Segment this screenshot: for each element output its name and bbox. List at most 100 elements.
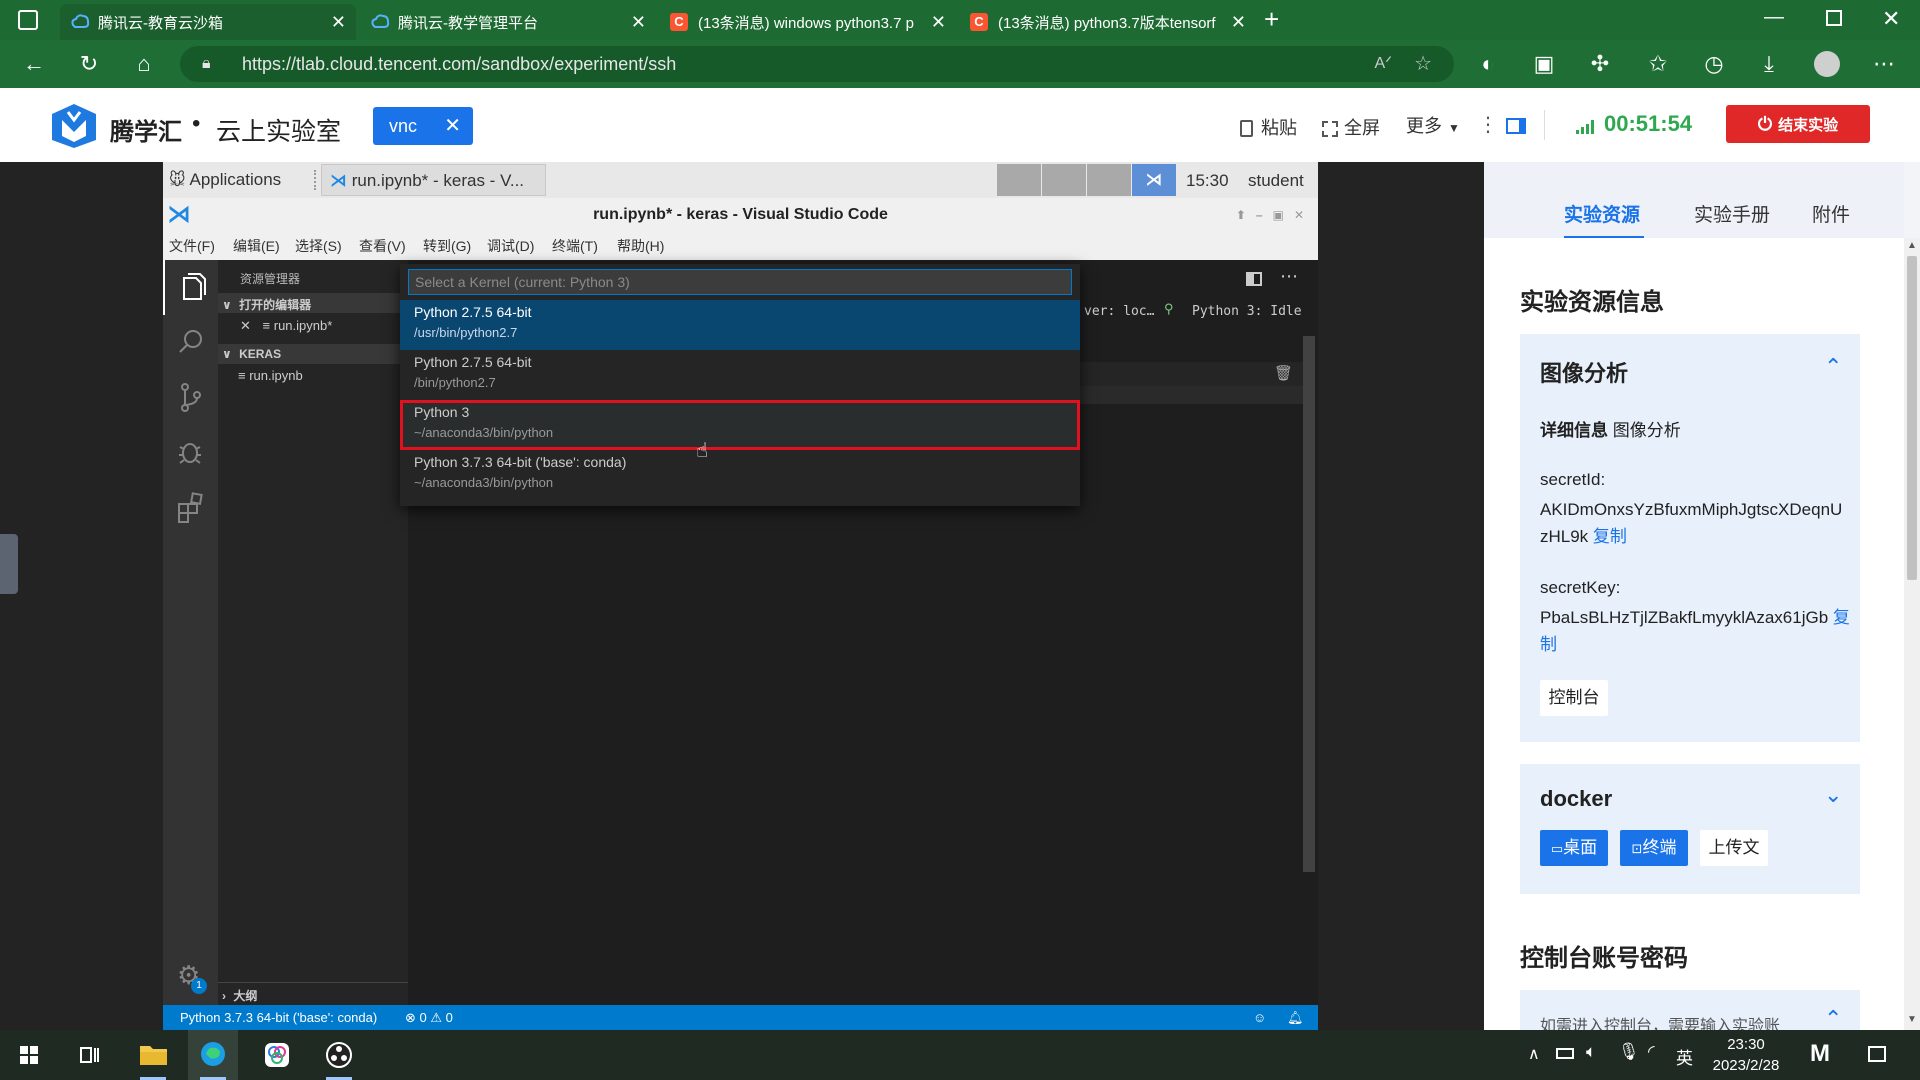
menu-debug[interactable]: 调试(D) <box>487 232 534 260</box>
scroll-up-icon[interactable]: ▲ <box>1907 240 1917 251</box>
close-window-button[interactable]: ✕ <box>1882 6 1900 32</box>
close-icon[interactable]: ✕ <box>931 12 946 33</box>
problems-indicator[interactable]: ⊗ 0 ⚠ 0 <box>405 1005 453 1030</box>
chevron-up-icon[interactable]: ⌃ <box>1824 1006 1842 1030</box>
extension-icon[interactable]: ◐ <box>1476 52 1500 76</box>
folder-section[interactable]: ∨ KERAS <box>218 344 408 364</box>
workspace-3[interactable] <box>1087 164 1131 196</box>
volume-icon[interactable]: 🔈︎ <box>1586 1042 1596 1062</box>
kernel-search-input[interactable]: Select a Kernel (current: Python 3) <box>408 269 1072 295</box>
session-tab-vnc[interactable]: vnc ✕ <box>373 107 473 145</box>
notification-bell-icon[interactable]: 🔔︎ <box>1287 1005 1304 1030</box>
search-icon[interactable] <box>163 315 218 370</box>
notification-center-icon[interactable] <box>1868 1046 1886 1062</box>
vnc-side-handle[interactable] <box>0 534 18 594</box>
kernel-option[interactable]: Python 2.7.5 64-bit /bin/python2.7 <box>400 350 1080 400</box>
download-icon[interactable]: ⤓ <box>1757 52 1781 76</box>
outline-section[interactable]: › 大纲 <box>218 982 408 1005</box>
tab-actions-icon[interactable] <box>18 10 38 30</box>
menu-file[interactable]: 文件(F) <box>169 232 215 260</box>
minimize-button[interactable]: — <box>1764 6 1784 29</box>
workspace-4[interactable]: ⋊ <box>1132 164 1176 196</box>
chevron-up-icon[interactable]: ⌃ <box>1824 354 1842 380</box>
kernel-option[interactable]: Python 2.7.5 64-bit /usr/bin/python2.7 <box>400 300 1080 350</box>
edge-browser-icon[interactable] <box>188 1030 238 1080</box>
scroll-thumb[interactable] <box>1907 256 1917 580</box>
tab-attachments[interactable]: 附件 <box>1812 200 1850 227</box>
close-icon[interactable]: ✕ <box>240 318 251 333</box>
taskbar-window-vscode[interactable]: ⋊ run.ipynb* - keras - V... <box>321 164 546 196</box>
menu-help[interactable]: 帮助(H) <box>617 232 664 260</box>
menu-terminal[interactable]: 终端(T) <box>552 232 598 260</box>
read-aloud-icon[interactable]: Aᐟ <box>1375 46 1392 82</box>
kernel-option-highlighted[interactable]: Python 3 ~/anaconda3/bin/python <box>400 400 1080 450</box>
feedback-icon[interactable]: ☺ <box>1253 1005 1266 1030</box>
ime-indicator[interactable]: 英 <box>1676 1044 1693 1069</box>
chevron-down-icon[interactable]: ⌄ <box>1824 782 1842 808</box>
terminal-button[interactable]: ⊡终端 <box>1620 830 1688 866</box>
upload-button[interactable]: 上传文 <box>1700 830 1768 866</box>
extensions-icon[interactable] <box>163 480 218 535</box>
panel-toggle-icon[interactable] <box>1506 118 1526 134</box>
tray-chevron-icon[interactable]: ∧ <box>1528 1044 1540 1064</box>
panel-user[interactable]: student <box>1248 171 1304 191</box>
source-control-icon[interactable] <box>163 370 218 425</box>
desktop-button[interactable]: ▭桌面 <box>1540 830 1608 866</box>
tab-csdn-1[interactable]: C (13条消息) windows python3.7 p ✕ <box>660 4 956 40</box>
menu-edit[interactable]: 编辑(E) <box>233 232 280 260</box>
tab-csdn-2[interactable]: C (13条消息) python3.7版本tensorf ✕ <box>960 4 1256 40</box>
app-tray-icon[interactable]: M <box>1810 1040 1830 1068</box>
microphone-icon[interactable]: 🎙︎ <box>1618 1042 1640 1062</box>
tab-edu-sandbox[interactable]: 腾讯云-教育云沙箱 ✕ <box>60 4 356 40</box>
network-icon[interactable]: ◜ <box>1648 1042 1655 1062</box>
open-editor-item[interactable]: ✕ ≡ run.ipynb* <box>240 318 332 334</box>
home-icon[interactable]: ⌂ <box>132 52 156 76</box>
editor-scrollbar[interactable] <box>1303 336 1315 872</box>
tab-manual[interactable]: 实验手册 <box>1694 200 1770 227</box>
windows-start-icon[interactable] <box>4 1030 54 1080</box>
puzzle-icon[interactable]: ✣ <box>1588 52 1612 76</box>
file-tree-item[interactable]: ≡ run.ipynb <box>238 368 303 383</box>
end-experiment-button[interactable]: ⏻ 结束实验 <box>1726 105 1870 143</box>
more-actions-icon[interactable]: ⋯ <box>1280 266 1298 287</box>
kernel-status[interactable]: Python 3: Idle <box>1192 304 1302 319</box>
jupyter-server-status[interactable]: ver: loc… <box>1084 304 1154 319</box>
file-explorer-icon[interactable] <box>128 1030 178 1080</box>
battery-icon[interactable] <box>1556 1048 1574 1059</box>
fullscreen-button[interactable]: 全屏 <box>1322 114 1380 140</box>
menu-selection[interactable]: 选择(S) <box>295 232 342 260</box>
more-dropdown[interactable]: 更多 ▼ <box>1406 112 1460 138</box>
split-editor-icon[interactable] <box>1246 272 1262 286</box>
restore-button[interactable] <box>1826 10 1842 26</box>
close-icon[interactable]: ✕ <box>631 12 646 33</box>
debug-icon[interactable] <box>163 425 218 480</box>
refresh-icon[interactable]: ↻ <box>77 52 101 76</box>
close-icon[interactable]: ✕ <box>331 12 346 33</box>
console-button[interactable]: 控制台 <box>1540 680 1608 716</box>
close-icon[interactable]: ✕ <box>1231 12 1246 33</box>
delete-cell-icon[interactable]: 🗑︎ <box>1274 364 1293 382</box>
tab-teaching-platform[interactable]: 腾讯云-教学管理平台 ✕ <box>360 4 656 40</box>
scroll-down-icon[interactable]: ▼ <box>1907 1014 1917 1025</box>
task-view-icon[interactable] <box>64 1030 114 1080</box>
favorites-icon[interactable]: ✩ <box>1646 52 1670 76</box>
profile-avatar[interactable] <box>1814 51 1840 77</box>
explorer-icon[interactable] <box>163 260 218 315</box>
applications-menu[interactable]: 🐭︎ Applications <box>169 170 281 190</box>
copy-secret-id-link[interactable]: 复制 <box>1593 527 1627 546</box>
tab-resources[interactable]: 实验资源 <box>1564 200 1640 227</box>
history-icon[interactable]: ◷ <box>1702 52 1726 76</box>
panel-scrollbar[interactable]: ▲ ▼ <box>1904 238 1920 1030</box>
workspace-2[interactable] <box>1042 164 1086 196</box>
app-icon[interactable] <box>252 1030 302 1080</box>
paste-button[interactable]: 粘贴 <box>1240 114 1297 140</box>
url-field[interactable]: 🔒︎ https://tlab.cloud.tencent.com/sandbo… <box>180 46 1454 82</box>
open-editors-section[interactable]: ∨ 打开的编辑器 <box>218 293 408 313</box>
close-icon[interactable]: ✕ <box>444 107 461 145</box>
kernel-option[interactable]: Python 3.7.3 64-bit ('base': conda) ~/an… <box>400 450 1080 500</box>
menu-go[interactable]: 转到(G) <box>423 232 471 260</box>
menu-view[interactable]: 查看(V) <box>359 232 406 260</box>
workspace-1[interactable] <box>997 164 1041 196</box>
new-tab-button[interactable]: + <box>1264 4 1279 35</box>
taskbar-clock[interactable]: 23:30 2023/2/28 <box>1706 1034 1786 1076</box>
